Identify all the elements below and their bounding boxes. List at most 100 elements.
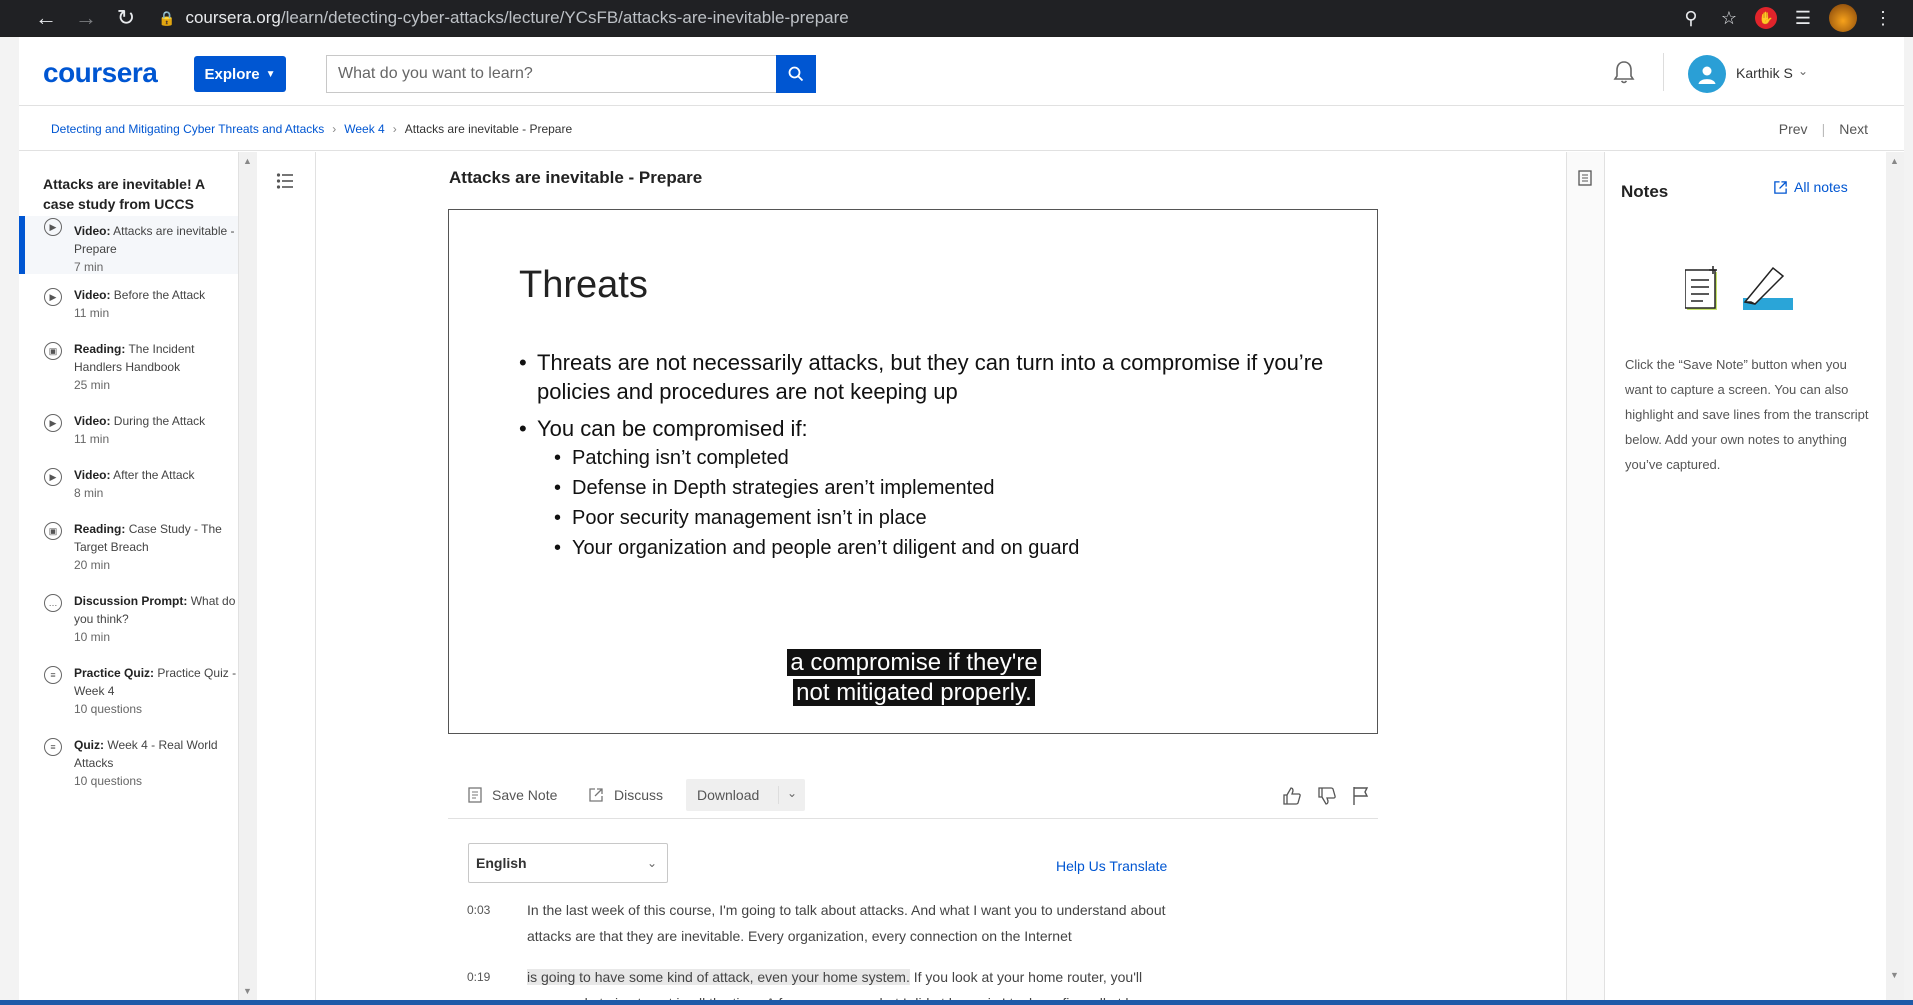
lesson-type: Practice Quiz:: [74, 666, 155, 680]
language-select[interactable]: English ⌄: [468, 843, 668, 883]
top-navigation: coursera Explore ▼ What do you want to l…: [19, 37, 1904, 106]
lesson-title: Before the Attack: [113, 288, 206, 302]
breadcrumb: Detecting and Mitigating Cyber Threats a…: [19, 107, 1904, 151]
quiz-icon: ≡: [44, 738, 62, 756]
explore-label: Explore: [204, 65, 260, 83]
sidebar-item-lesson[interactable]: ▶ Video: Attacks are inevitable - Prepar…: [19, 216, 238, 274]
profile-avatar[interactable]: [1829, 4, 1857, 32]
module-title: Attacks are inevitable! A case study fro…: [43, 176, 205, 212]
sidebar-item-lesson[interactable]: ▶ Video: After the Attack 8 min: [19, 466, 238, 502]
sidebar-item-lesson[interactable]: ▣ Reading: The Incident Handlers Handboo…: [19, 340, 238, 394]
notes-panel: Notes All notes Click the “Save Note” bu…: [1605, 152, 1886, 1000]
notes-toggle-column: [1566, 152, 1605, 1000]
transcript-highlight[interactable]: is going to have some kind of attack, ev…: [527, 969, 910, 985]
thumbs-down-icon[interactable]: [1317, 786, 1337, 806]
sidebar-item-lesson[interactable]: ≡ Quiz: Week 4 - Real World Attacks 10 q…: [19, 736, 238, 790]
download-dropdown[interactable]: Download ⌄: [686, 779, 805, 811]
sidebar-item-lesson[interactable]: … Discussion Prompt: What do you think? …: [19, 592, 238, 646]
sidebar-scrollbar[interactable]: ▲ ▼: [239, 152, 257, 1000]
notes-help-text: Click the “Save Note” button when you wa…: [1625, 357, 1869, 472]
scroll-down-icon[interactable]: ▼: [1890, 970, 1899, 980]
transcript-timestamp[interactable]: 0:03: [467, 897, 490, 923]
search-icon: [788, 66, 804, 82]
external-link-icon: [1774, 180, 1787, 194]
lesson-title: After the Attack: [113, 468, 195, 482]
all-notes-label: All notes: [1794, 179, 1848, 195]
discuss-button[interactable]: Discuss: [588, 787, 663, 803]
lecture-title: Attacks are inevitable - Prepare: [449, 168, 703, 187]
coursera-page: coursera Explore ▼ What do you want to l…: [19, 37, 1904, 1000]
lesson-type: Video:: [74, 224, 111, 238]
search-input[interactable]: What do you want to learn?: [326, 55, 776, 93]
transcript-text[interactable]: In the last week of this course, I'm goi…: [527, 897, 1167, 949]
user-avatar[interactable]: [1688, 55, 1726, 93]
list-icon[interactable]: [276, 172, 294, 190]
user-name[interactable]: Karthik S: [1736, 65, 1793, 81]
bell-icon[interactable]: [1612, 59, 1636, 85]
transcript-text[interactable]: is going to have some kind of attack, ev…: [527, 964, 1167, 1000]
lesson-type: Video:: [74, 468, 111, 482]
scroll-up-icon[interactable]: ▲: [1890, 156, 1899, 166]
forward-icon[interactable]: →: [66, 0, 106, 36]
transcript-line[interactable]: 0:03 In the last week of this course, I'…: [467, 897, 1167, 949]
extension-icon[interactable]: ✋: [1755, 7, 1777, 29]
discuss-label: Discuss: [614, 787, 664, 803]
breadcrumb-week[interactable]: Week 4: [344, 122, 384, 136]
all-notes-link[interactable]: All notes: [1773, 179, 1848, 195]
flag-icon[interactable]: [1352, 786, 1370, 806]
scroll-up-icon[interactable]: ▲: [243, 156, 252, 166]
explore-button[interactable]: Explore ▼: [194, 56, 286, 92]
search-placeholder: What do you want to learn?: [338, 65, 533, 82]
prev-next-nav: Prev | Next: [1779, 121, 1868, 137]
play-icon: ▶: [44, 414, 62, 432]
language-value: English: [476, 855, 527, 871]
media-queue-icon[interactable]: ☰: [1791, 8, 1815, 29]
reload-icon[interactable]: ↻: [106, 0, 146, 36]
sidebar-item-lesson[interactable]: ▶ Video: Before the Attack 11 min: [19, 286, 238, 322]
video-player[interactable]: Threats Threats are not necessarily atta…: [448, 209, 1378, 734]
lesson-duration: 7 min: [74, 260, 104, 274]
next-link[interactable]: Next: [1839, 121, 1868, 137]
sidebar-item-lesson[interactable]: ▣ Reading: Case Study - The Target Breac…: [19, 520, 238, 574]
nav-divider: [1663, 53, 1664, 91]
sidebar-item-lesson[interactable]: ≡ Practice Quiz: Practice Quiz - Week 4 …: [19, 664, 238, 718]
lesson-title: During the Attack: [113, 414, 206, 428]
play-icon: ▶: [44, 468, 62, 486]
transcript-line[interactable]: 0:19 is going to have some kind of attac…: [467, 964, 1167, 1000]
help-translate-link[interactable]: Help Us Translate: [1056, 858, 1167, 874]
quiz-icon: ≡: [44, 666, 62, 684]
prev-next-divider: |: [1821, 121, 1826, 137]
more-menu-icon[interactable]: ⋮: [1871, 8, 1895, 29]
prev-link[interactable]: Prev: [1779, 121, 1808, 137]
video-caption: a compromise if they're not mitigated pr…: [449, 648, 1377, 708]
lesson-duration: 8 min: [74, 486, 104, 500]
lesson-duration: 10 min: [74, 630, 111, 644]
save-note-button[interactable]: Save Note: [468, 787, 557, 803]
lesson-duration: 10 questions: [74, 774, 143, 788]
caption-line: a compromise if they're: [787, 649, 1041, 676]
lesson-type: Discussion Prompt:: [74, 594, 188, 608]
slide-bullet: Threats are not necessarily attacks, but…: [519, 348, 1339, 406]
notes-icon[interactable]: [1578, 170, 1592, 186]
scroll-down-icon[interactable]: ▼: [243, 986, 252, 996]
coursera-logo[interactable]: coursera: [43, 57, 158, 89]
chevron-down-icon[interactable]: ⌄: [1798, 64, 1808, 78]
external-link-icon: [589, 788, 603, 802]
bookmark-star-icon[interactable]: ☆: [1717, 8, 1741, 29]
address-bar[interactable]: 🔒 coursera.org/learn/detecting-cyber-att…: [158, 4, 1648, 32]
notes-scrollbar[interactable]: ▲ ▼: [1886, 152, 1904, 1000]
back-icon[interactable]: ←: [26, 0, 66, 36]
thumbs-up-icon[interactable]: [1282, 786, 1302, 806]
chevron-right-icon: ›: [392, 121, 397, 136]
slide-sub-bullet: Defense in Depth strategies aren’t imple…: [519, 473, 1339, 503]
transcript-timestamp[interactable]: 0:19: [467, 964, 490, 990]
breadcrumb-course[interactable]: Detecting and Mitigating Cyber Threats a…: [51, 122, 324, 136]
slide-sub-bullet: Your organization and people aren’t dili…: [519, 533, 1339, 563]
user-icon: [1698, 66, 1716, 84]
slide-bullet: You can be compromised if:: [519, 414, 1339, 443]
lesson-type: Video:: [74, 288, 111, 302]
notes-illustration-icon: [1685, 266, 1793, 310]
sidebar-item-lesson[interactable]: ▶ Video: During the Attack 11 min: [19, 412, 238, 448]
search-button[interactable]: [776, 55, 816, 93]
zoom-icon[interactable]: ⚲: [1679, 8, 1703, 29]
